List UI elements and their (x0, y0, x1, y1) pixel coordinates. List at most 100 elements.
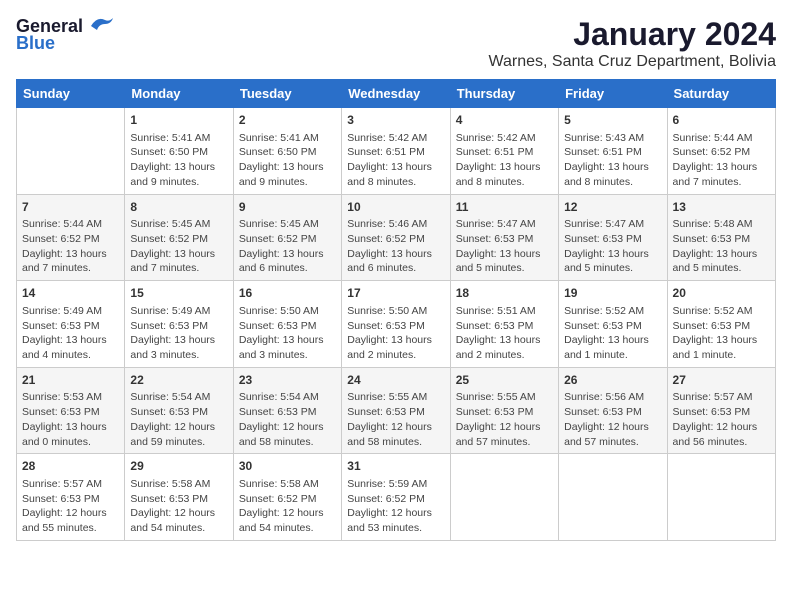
calendar-cell (450, 454, 558, 541)
title-block: January 2024 Warnes, Santa Cruz Departme… (488, 16, 776, 71)
day-content: Sunrise: 5:50 AM Sunset: 6:53 PM Dayligh… (347, 304, 444, 363)
page-header: General Blue January 2024 Warnes, Santa … (16, 16, 776, 71)
day-number: 2 (239, 112, 336, 129)
calendar-cell: 27Sunrise: 5:57 AM Sunset: 6:53 PM Dayli… (667, 367, 775, 454)
week-row-4: 21Sunrise: 5:53 AM Sunset: 6:53 PM Dayli… (17, 367, 776, 454)
day-number: 5 (564, 112, 661, 129)
day-content: Sunrise: 5:47 AM Sunset: 6:53 PM Dayligh… (456, 217, 553, 276)
day-number: 7 (22, 199, 119, 216)
calendar-cell: 26Sunrise: 5:56 AM Sunset: 6:53 PM Dayli… (559, 367, 667, 454)
day-number: 16 (239, 285, 336, 302)
day-number: 17 (347, 285, 444, 302)
logo-blue-text: Blue (16, 33, 55, 54)
day-content: Sunrise: 5:58 AM Sunset: 6:52 PM Dayligh… (239, 477, 336, 536)
day-content: Sunrise: 5:57 AM Sunset: 6:53 PM Dayligh… (22, 477, 119, 536)
day-number: 31 (347, 458, 444, 475)
day-content: Sunrise: 5:58 AM Sunset: 6:53 PM Dayligh… (130, 477, 227, 536)
calendar-cell: 21Sunrise: 5:53 AM Sunset: 6:53 PM Dayli… (17, 367, 125, 454)
calendar-cell: 9Sunrise: 5:45 AM Sunset: 6:52 PM Daylig… (233, 194, 341, 281)
day-number: 20 (673, 285, 770, 302)
day-number: 9 (239, 199, 336, 216)
week-row-5: 28 Sunrise: 5:57 AM Sunset: 6:53 PM Dayli… (17, 454, 776, 541)
day-content: Sunrise: 5:50 AM Sunset: 6:53 PM Dayligh… (239, 304, 336, 363)
day-number: 23 (239, 372, 336, 389)
calendar-cell (667, 454, 775, 541)
day-number: 24 (347, 372, 444, 389)
calendar-cell: 11Sunrise: 5:47 AM Sunset: 6:53 PM Dayli… (450, 194, 558, 281)
day-content: Sunrise: 5:53 AM Sunset: 6:53 PM Dayligh… (22, 390, 119, 449)
calendar-table: SundayMondayTuesdayWednesdayThursdayFrid… (16, 79, 776, 541)
day-content: Sunrise: 5:48 AM Sunset: 6:53 PM Dayligh… (673, 217, 770, 276)
week-row-3: 14 Sunrise: 5:49 AM Sunset: 6:53 PM Dayli… (17, 281, 776, 368)
day-number: 4 (456, 112, 553, 129)
weekday-header-friday: Friday (559, 80, 667, 108)
day-number: 12 (564, 199, 661, 216)
day-number: 29 (130, 458, 227, 475)
calendar-cell: 13Sunrise: 5:48 AM Sunset: 6:53 PM Dayli… (667, 194, 775, 281)
logo-bird-icon (87, 14, 115, 36)
page-title: January 2024 (488, 16, 776, 53)
day-content: Sunrise: 5:46 AM Sunset: 6:52 PM Dayligh… (347, 217, 444, 276)
day-number: 21 (22, 372, 119, 389)
calendar-cell: 1Sunrise: 5:41 AM Sunset: 6:50 PM Daylig… (125, 108, 233, 195)
page-subtitle: Warnes, Santa Cruz Department, Bolivia (488, 53, 776, 71)
day-content: Sunrise: 5:44 AM Sunset: 6:52 PM Dayligh… (22, 217, 119, 276)
day-number: 14 (22, 285, 119, 302)
calendar-cell: 31 Sunrise: 5:59 AM Sunset: 6:52 PM Dayli… (342, 454, 450, 541)
calendar-cell: 17 Sunrise: 5:50 AM Sunset: 6:53 PM Dayli… (342, 281, 450, 368)
day-number: 6 (673, 112, 770, 129)
calendar-cell: 16 Sunrise: 5:50 AM Sunset: 6:53 PM Dayli… (233, 281, 341, 368)
day-content: Sunrise: 5:59 AM Sunset: 6:52 PM Dayligh… (347, 477, 444, 536)
day-content: Sunrise: 5:52 AM Sunset: 6:53 PM Dayligh… (673, 304, 770, 363)
day-number: 13 (673, 199, 770, 216)
calendar-cell: 24Sunrise: 5:55 AM Sunset: 6:53 PM Dayli… (342, 367, 450, 454)
day-content: Sunrise: 5:42 AM Sunset: 6:51 PM Dayligh… (347, 131, 444, 190)
day-number: 25 (456, 372, 553, 389)
calendar-cell: 5Sunrise: 5:43 AM Sunset: 6:51 PM Daylig… (559, 108, 667, 195)
weekday-header-saturday: Saturday (667, 80, 775, 108)
day-content: Sunrise: 5:45 AM Sunset: 6:52 PM Dayligh… (130, 217, 227, 276)
day-number: 27 (673, 372, 770, 389)
day-content: Sunrise: 5:55 AM Sunset: 6:53 PM Dayligh… (456, 390, 553, 449)
day-number: 22 (130, 372, 227, 389)
calendar-cell: 15Sunrise: 5:49 AM Sunset: 6:53 PM Dayli… (125, 281, 233, 368)
calendar-cell: 12Sunrise: 5:47 AM Sunset: 6:53 PM Dayli… (559, 194, 667, 281)
day-content: Sunrise: 5:41 AM Sunset: 6:50 PM Dayligh… (239, 131, 336, 190)
day-number: 30 (239, 458, 336, 475)
calendar-cell: 19 Sunrise: 5:52 AM Sunset: 6:53 PM Dayli… (559, 281, 667, 368)
day-content: Sunrise: 5:52 AM Sunset: 6:53 PM Dayligh… (564, 304, 661, 363)
day-number: 19 (564, 285, 661, 302)
day-number: 1 (130, 112, 227, 129)
calendar-cell: 2 Sunrise: 5:41 AM Sunset: 6:50 PM Daylig… (233, 108, 341, 195)
calendar-cell: 4Sunrise: 5:42 AM Sunset: 6:51 PM Daylig… (450, 108, 558, 195)
weekday-header-sunday: Sunday (17, 80, 125, 108)
calendar-cell: 20 Sunrise: 5:52 AM Sunset: 6:53 PM Dayli… (667, 281, 775, 368)
weekday-header-thursday: Thursday (450, 80, 558, 108)
day-number: 11 (456, 199, 553, 216)
calendar-cell: 3Sunrise: 5:42 AM Sunset: 6:51 PM Daylig… (342, 108, 450, 195)
week-row-1: 1 Sunrise: 5:41 AM Sunset: 6:50 PM Daylig… (17, 108, 776, 195)
day-number: 15 (130, 285, 227, 302)
day-content: Sunrise: 5:54 AM Sunset: 6:53 PM Dayligh… (239, 390, 336, 449)
day-number: 18 (456, 285, 553, 302)
day-number: 8 (130, 199, 227, 216)
day-number: 10 (347, 199, 444, 216)
weekday-header-monday: Monday (125, 80, 233, 108)
calendar-cell: 6 Sunrise: 5:44 AM Sunset: 6:52 PM Daylig… (667, 108, 775, 195)
calendar-cell: 7Sunrise: 5:44 AM Sunset: 6:52 PM Daylig… (17, 194, 125, 281)
day-content: Sunrise: 5:56 AM Sunset: 6:53 PM Dayligh… (564, 390, 661, 449)
week-row-2: 7Sunrise: 5:44 AM Sunset: 6:52 PM Daylig… (17, 194, 776, 281)
calendar-cell: 25Sunrise: 5:55 AM Sunset: 6:53 PM Dayli… (450, 367, 558, 454)
calendar-cell: 18 Sunrise: 5:51 AM Sunset: 6:53 PM Dayli… (450, 281, 558, 368)
day-content: Sunrise: 5:44 AM Sunset: 6:52 PM Dayligh… (673, 131, 770, 190)
calendar-cell: 14 Sunrise: 5:49 AM Sunset: 6:53 PM Dayli… (17, 281, 125, 368)
day-number: 28 (22, 458, 119, 475)
day-content: Sunrise: 5:49 AM Sunset: 6:53 PM Dayligh… (22, 304, 119, 363)
calendar-cell (17, 108, 125, 195)
calendar-cell: 30 Sunrise: 5:58 AM Sunset: 6:52 PM Dayli… (233, 454, 341, 541)
day-content: Sunrise: 5:51 AM Sunset: 6:53 PM Dayligh… (456, 304, 553, 363)
day-content: Sunrise: 5:47 AM Sunset: 6:53 PM Dayligh… (564, 217, 661, 276)
calendar-cell: 28 Sunrise: 5:57 AM Sunset: 6:53 PM Dayli… (17, 454, 125, 541)
day-content: Sunrise: 5:54 AM Sunset: 6:53 PM Dayligh… (130, 390, 227, 449)
day-content: Sunrise: 5:55 AM Sunset: 6:53 PM Dayligh… (347, 390, 444, 449)
